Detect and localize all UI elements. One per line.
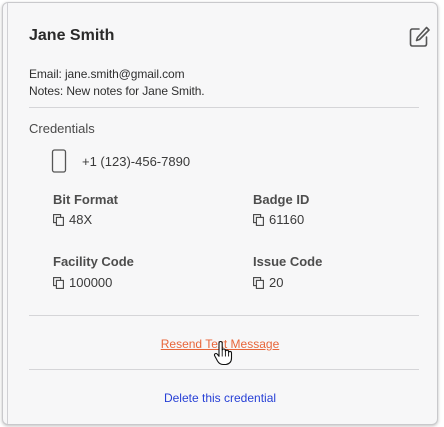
copy-icon[interactable]: [253, 276, 264, 289]
divider: [29, 315, 419, 316]
facility-code-text: 100000: [69, 275, 113, 290]
edit-icon: [409, 26, 430, 47]
divider: [29, 107, 419, 108]
facility-code-label: Facility Code: [53, 254, 134, 269]
badge-id-value[interactable]: 61160: [253, 212, 304, 227]
badge-id-text: 61160: [269, 212, 305, 227]
issue-code-text: 20: [269, 275, 284, 290]
bit-format-label: Bit Format: [53, 192, 118, 207]
delete-credential-link[interactable]: Delete this credential: [3, 391, 437, 405]
facility-code-value[interactable]: 100000: [53, 275, 112, 290]
email-line: Email: jane.smith@gmail.com: [29, 67, 185, 81]
hand-cursor-icon: [213, 340, 233, 366]
bit-format-value[interactable]: 48X: [53, 212, 92, 227]
credentials-title: Credentials: [29, 121, 95, 136]
phone-icon: [51, 149, 67, 173]
divider: [29, 369, 419, 370]
issue-code-value[interactable]: 20: [253, 275, 283, 290]
copy-icon[interactable]: [253, 213, 264, 226]
credential-card: Jane Smith Email: jane.smith@gmail.com N…: [2, 2, 438, 425]
contact-name: Jane Smith: [29, 27, 115, 44]
edit-button[interactable]: [407, 25, 431, 49]
phone-number: +1 (123)-456-7890: [82, 154, 191, 169]
badge-id-label: Badge ID: [253, 192, 310, 207]
copy-icon[interactable]: [53, 276, 64, 289]
copy-icon[interactable]: [53, 213, 64, 226]
issue-code-label: Issue Code: [253, 254, 323, 269]
notes-line: Notes: New notes for Jane Smith.: [29, 84, 205, 98]
bit-format-text: 48X: [69, 212, 93, 227]
